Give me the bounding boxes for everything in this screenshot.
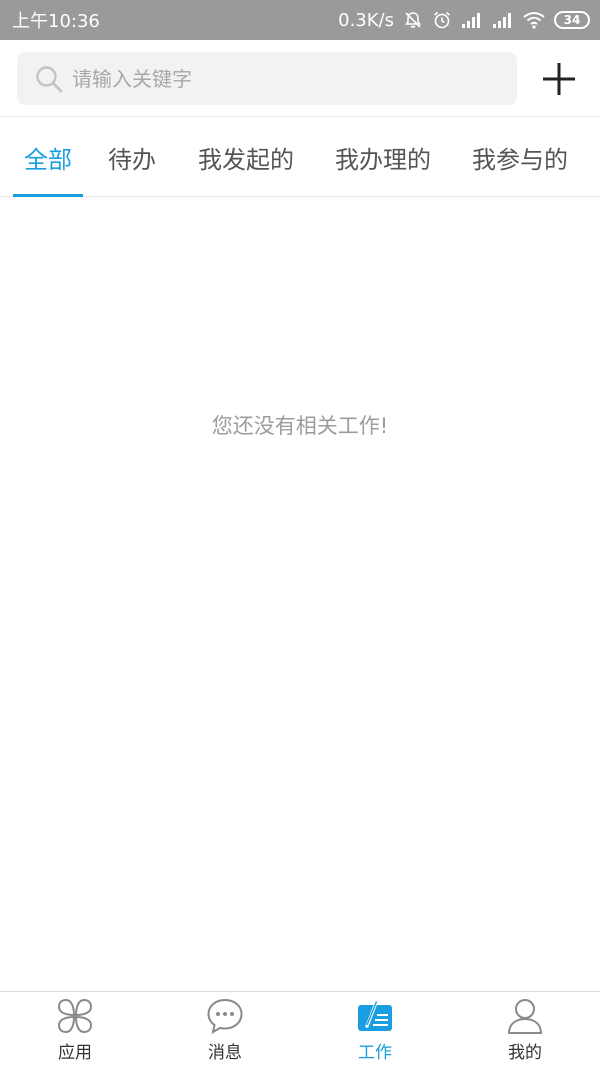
nav-label: 应用: [58, 1043, 92, 1063]
search-icon: [36, 65, 63, 92]
tab-label: 全部: [24, 145, 72, 174]
nav-item-apps[interactable]: 应用: [0, 992, 150, 1067]
wifi-icon: [523, 12, 545, 29]
nav-item-profile[interactable]: 我的: [450, 992, 600, 1067]
status-time: 上午10:36: [12, 11, 100, 32]
mute-bell-icon: [404, 12, 422, 28]
signal-icon: [462, 13, 480, 28]
work-icon: [358, 1001, 392, 1031]
battery-level: 34: [563, 13, 581, 27]
network-speed: 0.3K/s: [338, 9, 394, 31]
tab-label: 我办理的: [335, 145, 431, 174]
battery-icon: 34: [554, 11, 590, 29]
tab-label: 待办: [108, 145, 156, 174]
tab-label: 我参与的: [472, 145, 568, 174]
signal-icon: [493, 13, 511, 28]
tab-initiated[interactable]: 我发起的: [188, 117, 304, 197]
plus-icon: [543, 63, 575, 95]
message-icon: [207, 998, 243, 1034]
filter-tabs: 全部 待办 我发起的 我办理的 我参与的: [0, 116, 600, 197]
tab-participated[interactable]: 我参与的: [462, 117, 578, 197]
nav-label: 消息: [208, 1043, 242, 1063]
bottom-nav: 应用 消息 工作 我的: [0, 991, 600, 1067]
nav-item-work[interactable]: 工作: [300, 992, 450, 1067]
nav-item-messages[interactable]: 消息: [150, 992, 300, 1067]
add-button[interactable]: [538, 58, 580, 100]
profile-icon: [507, 999, 543, 1034]
alarm-icon: [433, 11, 451, 29]
search-input[interactable]: [72, 66, 472, 91]
search-bar[interactable]: [17, 52, 517, 105]
tab-label: 我发起的: [198, 145, 294, 174]
tab-todo[interactable]: 待办: [100, 117, 164, 197]
apps-icon: [57, 998, 93, 1034]
tab-active-indicator: [13, 194, 83, 197]
empty-state-message: 您还没有相关工作!: [211, 414, 389, 438]
status-bar: 上午10:36 0.3K/s 34: [0, 0, 600, 40]
tab-all[interactable]: 全部: [13, 117, 83, 197]
nav-label: 我的: [508, 1043, 542, 1063]
status-icons: 0.3K/s 34: [338, 10, 590, 31]
nav-label: 工作: [358, 1043, 392, 1063]
tab-handled[interactable]: 我办理的: [325, 117, 441, 197]
header: [0, 40, 600, 116]
